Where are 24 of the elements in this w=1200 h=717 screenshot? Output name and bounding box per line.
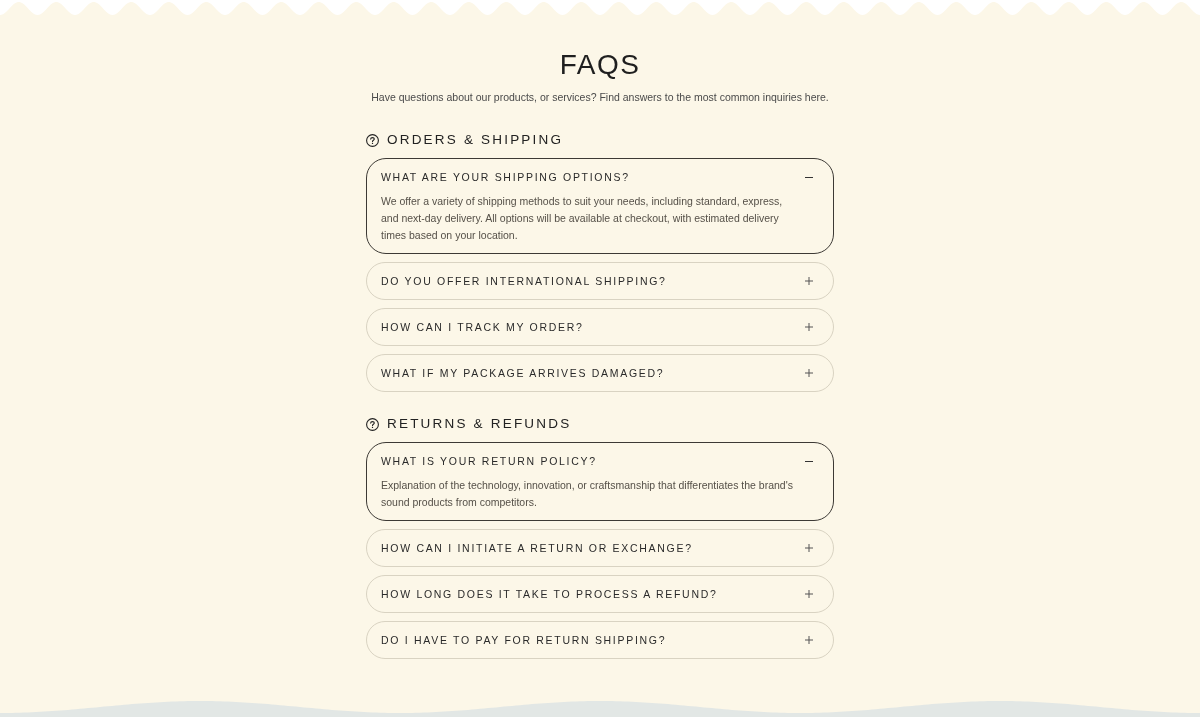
faq-question[interactable]: WHAT IF MY PACKAGE ARRIVES DAMAGED? — [367, 355, 833, 391]
plus-icon — [805, 369, 813, 377]
plus-icon — [805, 277, 813, 285]
faq-question[interactable]: HOW CAN I INITIATE A RETURN OR EXCHANGE? — [367, 530, 833, 566]
section-heading: ORDERS & SHIPPING — [387, 131, 564, 149]
section-heading: RETURNS & REFUNDS — [387, 415, 572, 433]
faq-question[interactable]: HOW LONG DOES IT TAKE TO PROCESS A REFUND? — [367, 576, 833, 612]
faq-question[interactable]: DO YOU OFFER INTERNATIONAL SHIPPING? — [367, 263, 833, 299]
minus-icon — [805, 176, 813, 178]
minus-icon — [805, 460, 813, 462]
faq-question[interactable]: DO I HAVE TO PAY FOR RETURN SHIPPING? — [367, 622, 833, 658]
page-subtitle: Have questions about our products, or services? Find answers to the most common inquiries here. — [371, 90, 829, 105]
faq-answer: We offer a variety of shipping methods to suit your needs, including standard, express, and next-day delivery. All options will be available at checkout, with estimated delivery times based on your location. — [380, 194, 784, 243]
plus-icon — [805, 323, 813, 331]
faq-question[interactable]: WHAT ARE YOUR SHIPPING OPTIONS? — [367, 159, 833, 195]
question-circle-icon — [366, 133, 379, 147]
faq-question[interactable]: WHAT IS YOUR RETURN POLICY? — [367, 443, 833, 479]
question-circle-icon — [366, 417, 379, 431]
faq-answer: Explanation of the technology, innovation, or craftsmanship that differentiates the brand's sound products from competitors. — [380, 478, 794, 510]
faq-question[interactable]: HOW CAN I TRACK MY ORDER? — [367, 309, 833, 345]
page-title: FAQS — [559, 49, 641, 81]
plus-icon — [805, 636, 813, 644]
plus-icon — [805, 544, 813, 552]
plus-icon — [805, 590, 813, 598]
